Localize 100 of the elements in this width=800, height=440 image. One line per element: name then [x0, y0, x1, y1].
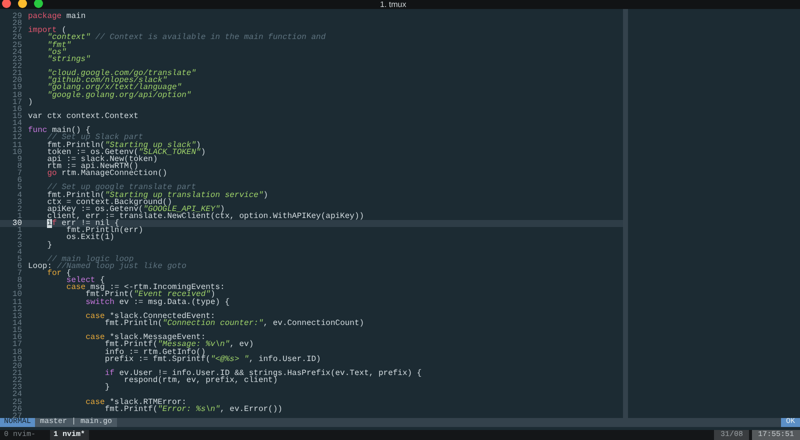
line-number: 27	[11, 412, 23, 418]
code-line: info := rtm.GetInfo()	[104, 348, 206, 356]
code-line: os.Exit(1)	[65, 234, 114, 242]
code-line: switch ev := msg.Data.(type) {	[84, 298, 230, 306]
line-number: 16	[11, 106, 23, 113]
code-line: var ctx context.Context	[28, 112, 138, 120]
line-number: 6	[16, 177, 23, 184]
code-line: "context" // Context is available in the main function and	[47, 34, 326, 42]
code-line: fmt.Println("Starting up translation service")	[46, 192, 268, 199]
line-number: 30	[11, 220, 23, 228]
line-number: 23	[11, 56, 23, 63]
line-number: 8	[16, 162, 23, 170]
code-line: package main	[28, 13, 86, 20]
code-line: import (	[28, 27, 66, 34]
line-number: 26	[11, 406, 23, 413]
line-number: 19	[11, 356, 23, 363]
line-number: 5	[16, 256, 23, 263]
code-line: respond(rtm, ev, prefix, client)	[123, 377, 278, 384]
code-line: fmt.Printf("Error: %s\n", ev.Error())	[104, 406, 282, 413]
code-line: "os"	[46, 48, 66, 56]
code-line: )	[28, 98, 33, 106]
line-number: 1	[16, 227, 23, 234]
line-number: 2	[16, 234, 23, 242]
line-number: 9	[17, 156, 23, 163]
code-line: if err != nil {	[46, 220, 120, 228]
close-icon[interactable]	[2, 0, 11, 8]
code-line: "github.com/nlopes/slack"	[46, 77, 168, 84]
code-line: select {	[65, 277, 105, 284]
code-line: fmt.Println("Connection counter:", ev.ConnectionCount)	[104, 320, 364, 328]
code-line: rtm := api.NewRTM()	[46, 162, 138, 170]
line-number: 8	[16, 277, 23, 284]
line-number: 14	[11, 320, 23, 328]
code-line: // Set up google translate part	[46, 184, 196, 192]
line-number: 3	[16, 198, 23, 206]
line-number: 13	[11, 127, 23, 134]
code-line: "golang.org/x/text/language"	[46, 84, 182, 92]
code-line: "cloud.google.com/go/translate"	[46, 70, 196, 78]
line-number: 18	[11, 92, 23, 99]
line-number: 4	[16, 248, 23, 256]
code-line: prefix := fmt.Sprintf("<@%s> ", info.User.ID)	[104, 356, 321, 363]
code-line: fmt.Printf("Message: %v\n", ev)	[104, 341, 254, 349]
code-line: func main() {	[28, 127, 90, 134]
line-number: 24	[11, 391, 23, 399]
code-line: Loop: //Named loop just like goto	[28, 262, 186, 270]
line-number: 15	[11, 327, 23, 334]
code-line: apiKey := os.Getenv("GOOGLE_API_KEY")	[46, 206, 225, 213]
line-number: 4	[16, 192, 23, 199]
code-line: case *slack.ConnectedEvent:	[84, 312, 216, 320]
line-number: 28	[11, 20, 23, 28]
code-line: fmt.Println(err)	[65, 227, 144, 234]
code-line: for {	[47, 270, 72, 278]
code-line: "google.golang.org/api/option"	[46, 92, 192, 99]
code-line: // Set up Slack part	[46, 134, 144, 142]
minimize-icon[interactable]	[18, 0, 27, 8]
line-number: 23	[11, 384, 23, 392]
code-line: if ev.User != info.User.ID && strings.HasPrefix(ev.Text, prefix) {	[104, 370, 422, 378]
line-number: 2	[16, 206, 23, 213]
code-line: "fmt"	[46, 42, 72, 49]
code-line: fmt.Println("Starting up slack")	[46, 142, 201, 149]
line-number: 1	[17, 212, 23, 220]
line-number: 19	[11, 84, 23, 92]
line-number: 12	[11, 306, 23, 313]
line-number: 27	[11, 27, 23, 34]
line-number: 15	[11, 112, 23, 120]
line-number: 10	[11, 148, 23, 156]
line-number: 9	[17, 284, 23, 292]
line-number: 14	[11, 120, 23, 128]
line-number: 17	[11, 98, 23, 106]
line-number: 22	[11, 377, 23, 384]
code-line: client, err := translate.NewClient(ctx, option.WithAPIKey(apiKey))	[46, 212, 364, 220]
line-number: 6	[16, 262, 23, 270]
line-number: 21	[11, 370, 23, 378]
code-line: case *slack.RTMError:	[84, 398, 186, 406]
code-line: ctx = context.Background()	[46, 198, 172, 206]
line-number: 11	[11, 142, 23, 149]
line-number: 25	[11, 42, 23, 49]
line-number: 13	[11, 312, 23, 320]
code-line: token := os.Getenv("SLACK_TOKEN")	[46, 148, 206, 156]
line-number: 11	[11, 298, 23, 306]
line-number: 10	[11, 291, 23, 299]
line-number: 25	[11, 398, 23, 406]
code-line: go rtm.ManageConnection()	[46, 170, 168, 178]
line-number: 7	[16, 270, 23, 278]
line-number: 17	[11, 341, 23, 349]
line-number: 29	[11, 13, 23, 20]
line-number: 26	[11, 34, 23, 42]
code-line: // main logic loop	[47, 256, 134, 263]
code-line: fmt.Print("Event received")	[84, 291, 216, 299]
code-line: }	[104, 384, 110, 392]
line-number: 5	[16, 184, 23, 192]
line-number: 22	[11, 62, 23, 70]
line-number: 18	[11, 348, 23, 356]
line-number: 24	[11, 48, 23, 56]
line-number: 21	[11, 70, 23, 78]
zoom-icon[interactable]	[34, 0, 43, 8]
line-number: 12	[11, 134, 23, 142]
code-line: case *slack.MessageEvent:	[84, 334, 206, 342]
code-line: "strings"	[46, 56, 90, 63]
window-title: 1. tmux	[380, 0, 406, 9]
line-number: 16	[11, 334, 23, 342]
